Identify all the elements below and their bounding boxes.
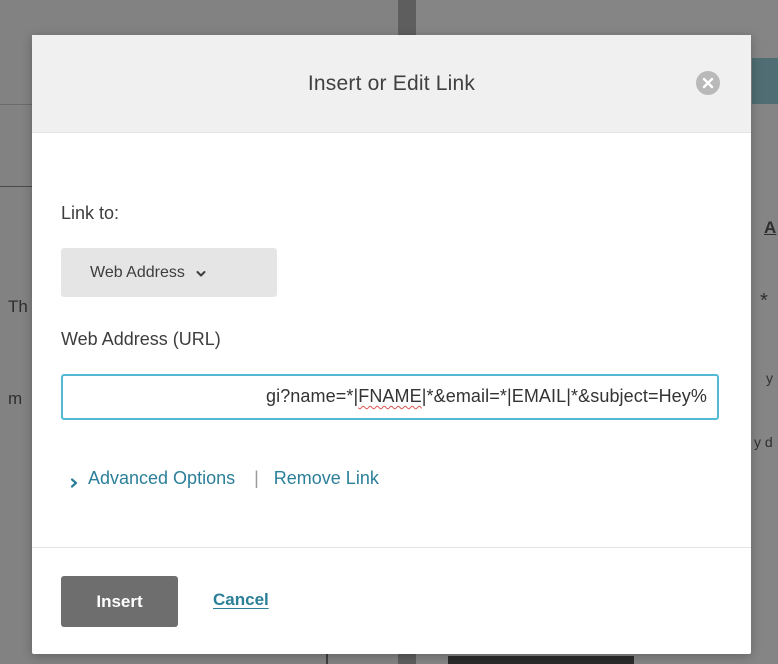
insert-link-dialog: Insert or Edit Link Link to: Web Address…	[32, 35, 751, 654]
url-label: Web Address (URL)	[61, 329, 221, 349]
dialog-header: Insert or Edit Link	[32, 35, 751, 133]
chevron-down-icon	[195, 267, 207, 279]
advanced-options-label: Advanced Options	[88, 468, 236, 488]
url-input[interactable]: gi?name=*|FNAME|*&email=*|EMAIL|*&subjec…	[61, 374, 719, 420]
url-text-part: gi?name=*|	[265, 386, 359, 406]
spellcheck-flagged-text: FNAME	[358, 386, 422, 406]
background-text-fragment: y	[766, 370, 773, 386]
link-to-label: Link to:	[61, 203, 120, 223]
close-icon[interactable]	[696, 71, 720, 95]
background-text-fragment: y d	[754, 434, 773, 450]
link-type-value: Web Address	[90, 263, 185, 281]
background-text-fragment: *	[760, 290, 768, 312]
background-rule	[326, 654, 328, 664]
chevron-right-icon	[69, 473, 79, 488]
insert-button[interactable]: Insert	[61, 576, 178, 627]
options-separator: |	[254, 468, 259, 488]
link-options-row: Advanced Options | Remove Link	[69, 468, 379, 489]
background-text-fragment: m	[8, 389, 23, 408]
link-type-select[interactable]: Web Address	[61, 248, 277, 297]
remove-link-button[interactable]: Remove Link	[274, 468, 379, 489]
background-teal-bar	[752, 58, 778, 104]
background-block	[448, 656, 634, 664]
dialog-footer: Insert Cancel	[32, 547, 751, 654]
url-input-value: gi?name=*|FNAME|*&email=*|EMAIL|*&subjec…	[266, 386, 707, 407]
dialog-body: Link to: Web Address Web Address (URL) g…	[32, 133, 751, 578]
url-text-part: |*&email=*|EMAIL|*&subject=Hey%	[421, 386, 707, 406]
advanced-options-toggle[interactable]: Advanced Options	[69, 468, 235, 489]
background-text-fragment: Th	[8, 297, 28, 316]
cancel-button[interactable]: Cancel	[213, 590, 269, 610]
dialog-title: Insert or Edit Link	[307, 72, 476, 95]
background-text-fragment: A	[764, 218, 777, 237]
